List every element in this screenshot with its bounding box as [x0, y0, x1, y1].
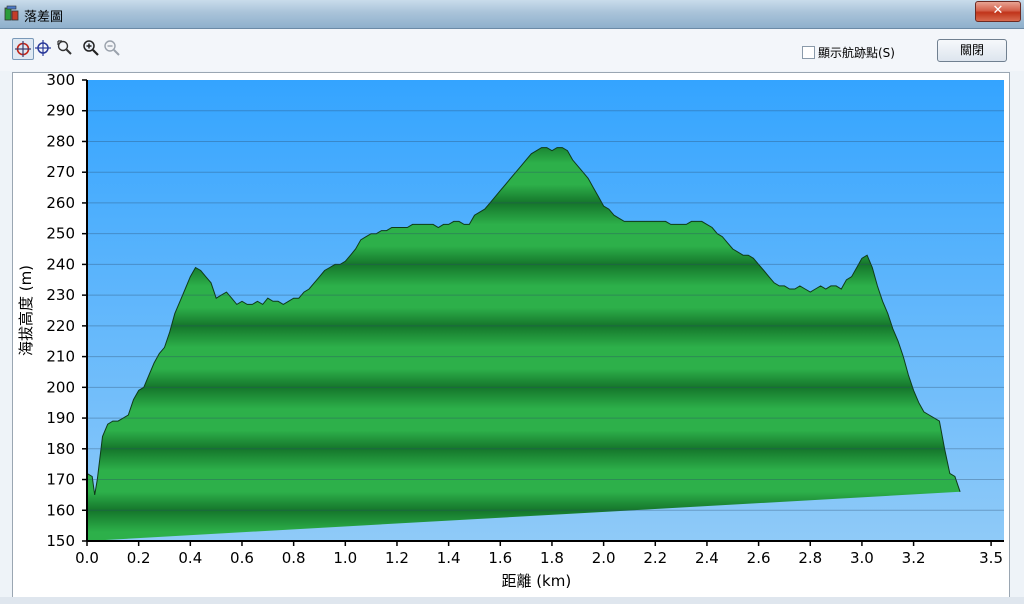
x-tick-label: 2.6: [747, 549, 771, 567]
y-tick-label: 280: [46, 132, 75, 150]
x-axis-title: 距離 (km): [501, 572, 571, 590]
x-tick-label: 0.8: [282, 549, 306, 567]
zoom-out-icon[interactable]: [102, 38, 122, 58]
y-tick-label: 240: [46, 255, 75, 273]
window-title: 落差圖: [24, 10, 64, 25]
x-tick-label: 1.6: [488, 549, 512, 567]
elevation-chart-panel: 150 160 170 180 190 200 210 220 230 240 250 260 270 2…: [12, 72, 1010, 598]
y-tick-label: 260: [46, 194, 75, 212]
x-tick-label: 1.8: [540, 549, 564, 567]
x-tick-label: 1.2: [385, 549, 409, 567]
show-waypoints-label: 顯示航跡點(S): [818, 46, 895, 60]
x-tick-label: 0.4: [178, 549, 202, 567]
y-tick-label: 300: [46, 73, 75, 89]
x-tick-label: 1.4: [437, 549, 461, 567]
y-tick-label: 190: [46, 409, 75, 427]
y-tick-label: 230: [46, 286, 75, 304]
x-tick-label: 2.8: [798, 549, 822, 567]
x-tick-label: 0.6: [230, 549, 254, 567]
x-tick-label: 3.0: [850, 549, 874, 567]
x-tick-label: 0.2: [127, 549, 151, 567]
x-tick-label: 1.0: [333, 549, 357, 567]
y-tick-label: 290: [46, 102, 75, 120]
x-tick-label: 3.2: [902, 549, 926, 567]
app-icon: [4, 5, 20, 21]
window-bottom-edge: [0, 597, 1024, 604]
zoom-reset-icon[interactable]: [55, 38, 75, 58]
y-tick-label: 270: [46, 163, 75, 181]
crosshair-icon[interactable]: [33, 38, 53, 58]
crosshair-select-icon[interactable]: [12, 38, 34, 60]
y-tick-label: 200: [46, 378, 75, 396]
x-tick-label: 2.2: [643, 549, 667, 567]
x-tick-label: 3.5: [979, 549, 1003, 567]
x-tick-label: 2.0: [592, 549, 616, 567]
y-tick-label: 150: [46, 532, 75, 550]
y-tick-label: 220: [46, 317, 75, 335]
elevation-chart: 150 160 170 180 190 200 210 220 230 240 250 260 270 2…: [17, 73, 1004, 590]
title-bar: 落差圖 ✕: [0, 0, 1024, 29]
y-tick-label: 210: [46, 348, 75, 366]
show-waypoints-checkbox[interactable]: [802, 46, 815, 59]
y-axis-title: 海拔高度 (m): [17, 265, 35, 356]
window-close-button[interactable]: ✕: [975, 1, 1021, 22]
y-tick-label: 160: [46, 501, 75, 519]
x-tick-label: 0.0: [75, 549, 99, 567]
y-tick-label: 170: [46, 471, 75, 489]
y-tick-label: 180: [46, 440, 75, 458]
y-tick-label: 250: [46, 225, 75, 243]
zoom-in-icon[interactable]: [81, 38, 101, 58]
close-button[interactable]: 關閉: [937, 39, 1007, 62]
x-tick-label: 2.4: [695, 549, 719, 567]
